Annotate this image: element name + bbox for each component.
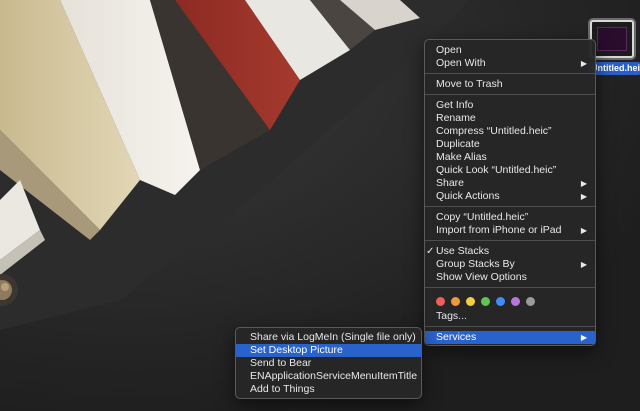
menu-separator	[425, 240, 595, 241]
menu-item-move-to-trash[interactable]: Move to Trash	[425, 78, 595, 91]
checkmark-icon: ✓	[426, 246, 435, 257]
menu-separator	[425, 287, 595, 288]
menu-item-duplicate[interactable]: Duplicate	[425, 138, 595, 151]
tag-yellow-dot[interactable]	[466, 297, 475, 306]
menu-item-open[interactable]: Open	[425, 44, 595, 57]
tag-green-dot[interactable]	[481, 297, 490, 306]
submenu-arrow-icon: ▶	[580, 179, 587, 188]
tag-gray-dot[interactable]	[526, 297, 535, 306]
menu-separator	[425, 94, 595, 95]
submenu-arrow-icon: ▶	[580, 226, 587, 235]
service-add-to-things[interactable]: Add to Things	[236, 383, 421, 396]
submenu-arrow-icon: ▶	[580, 260, 587, 269]
menu-item-group-stacks-by[interactable]: Group Stacks By ▶	[425, 258, 595, 271]
tag-orange-dot[interactable]	[451, 297, 460, 306]
service-share-via-logmein[interactable]: Share via LogMeIn (Single file only)	[236, 331, 421, 344]
menu-item-tags[interactable]: Tags...	[425, 310, 595, 323]
submenu-arrow-icon: ▶	[580, 192, 587, 201]
menu-separator	[425, 326, 595, 327]
menu-item-quick-actions[interactable]: Quick Actions ▶	[425, 190, 595, 203]
tag-purple-dot[interactable]	[511, 297, 520, 306]
menu-item-show-view-options[interactable]: Show View Options	[425, 271, 595, 284]
tag-red-dot[interactable]	[436, 297, 445, 306]
menu-item-rename[interactable]: Rename	[425, 112, 595, 125]
menu-item-use-stacks[interactable]: ✓ Use Stacks	[425, 245, 595, 258]
submenu-arrow-icon: ▶	[580, 59, 587, 68]
menu-item-get-info[interactable]: Get Info	[425, 99, 595, 112]
menu-item-quick-look[interactable]: Quick Look “Untitled.heic”	[425, 164, 595, 177]
service-en-application[interactable]: ENApplicationServiceMenuItemTitle	[236, 370, 421, 383]
heic-thumbnail-icon	[590, 20, 634, 58]
menu-item-open-with[interactable]: Open With ▶	[425, 57, 595, 70]
menu-item-import-from-iphone[interactable]: Import from iPhone or iPad ▶	[425, 224, 595, 237]
menu-item-make-alias[interactable]: Make Alias	[425, 151, 595, 164]
menu-item-share[interactable]: Share ▶	[425, 177, 595, 190]
menu-item-services[interactable]: Services ▶	[425, 331, 595, 344]
menu-item-copy[interactable]: Copy “Untitled.heic”	[425, 211, 595, 224]
menu-item-compress[interactable]: Compress “Untitled.heic”	[425, 125, 595, 138]
tag-blue-dot[interactable]	[496, 297, 505, 306]
menu-separator	[425, 206, 595, 207]
service-set-desktop-picture[interactable]: Set Desktop Picture	[236, 344, 421, 357]
submenu-arrow-icon: ▶	[580, 333, 587, 342]
context-menu: Open Open With ▶ Move to Trash Get Info R…	[424, 39, 596, 346]
menu-separator	[425, 73, 595, 74]
services-submenu: Share via LogMeIn (Single file only) Set…	[235, 327, 422, 399]
service-send-to-bear[interactable]: Send to Bear	[236, 357, 421, 370]
